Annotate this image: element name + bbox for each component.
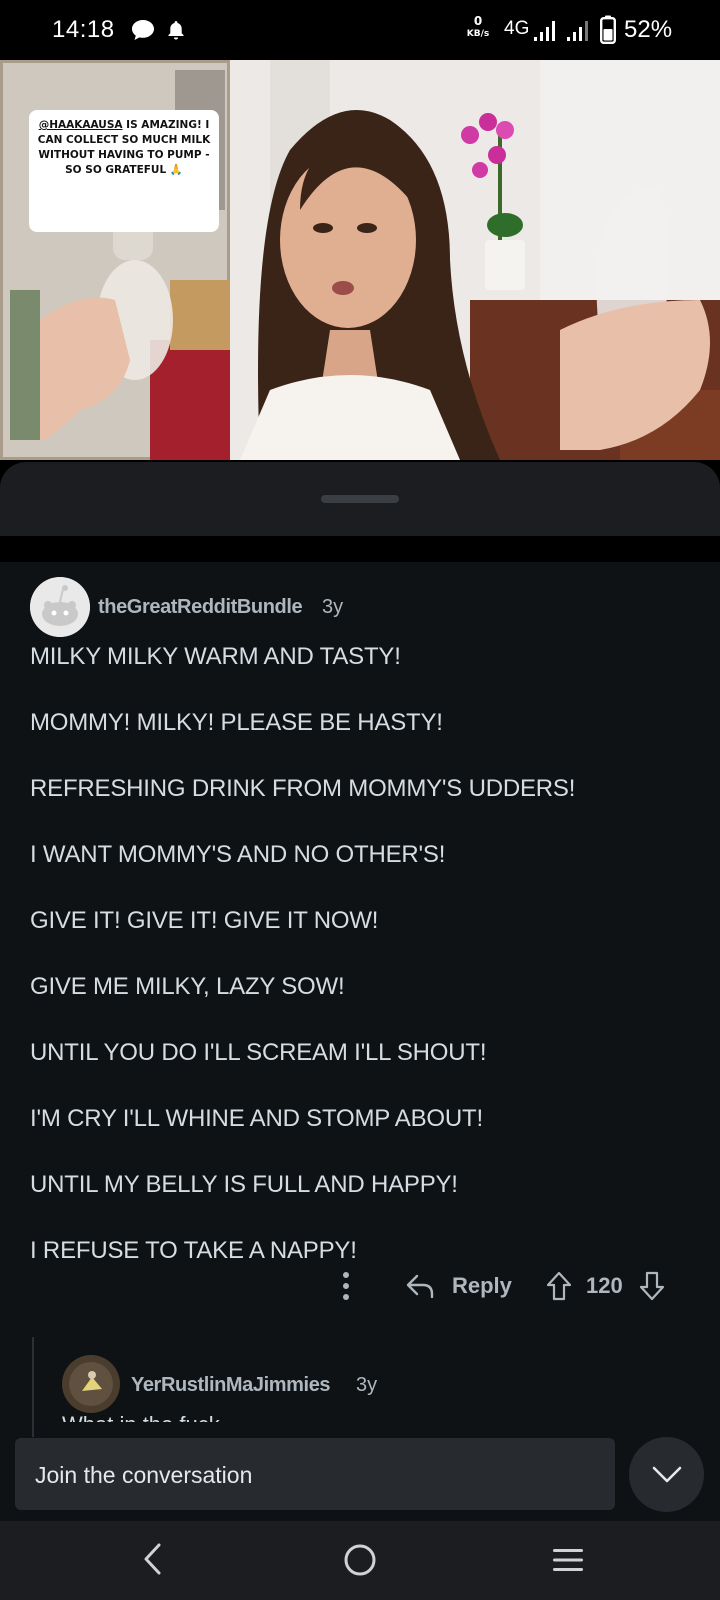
signal-icon [567, 21, 588, 41]
net-speed-value: 0 [473, 14, 483, 28]
network-type: 4G [504, 18, 530, 39]
comment-line: GIVE IT! GIVE IT! GIVE IT NOW! [30, 907, 379, 934]
comment-author[interactable]: theGreatRedditBundle [98, 596, 303, 619]
comments-panel: theGreatRedditBundle 3y MILKY MILKY WARM… [0, 562, 720, 1522]
user-avatar-icon [62, 1355, 120, 1413]
composer-placeholder: Join the conversation [35, 1462, 253, 1488]
reply-icon[interactable] [405, 1272, 435, 1300]
reply-button[interactable]: Reply [452, 1273, 512, 1299]
more-options-icon[interactable] [340, 1270, 352, 1302]
avatar[interactable] [30, 577, 90, 637]
status-time: 14:18 [52, 16, 115, 43]
bell-icon [168, 21, 184, 40]
avatar[interactable] [62, 1355, 120, 1413]
snoo-avatar-icon [30, 577, 90, 637]
vote-score: 120 [586, 1273, 623, 1298]
comment-line: GIVE ME MILKY, LAZY SOW! [30, 973, 345, 1000]
home-icon[interactable] [343, 1543, 377, 1577]
comment-actions: Reply 120 [0, 1267, 720, 1307]
recent-apps-icon[interactable] [552, 1547, 584, 1573]
reply-author[interactable]: YerRustlinMaJimmies [131, 1374, 331, 1397]
back-icon[interactable] [141, 1541, 163, 1577]
comment-line: REFRESHING DRINK FROM MOMMY'S UDDERS! [30, 775, 576, 802]
post-media[interactable]: @HAAKAAUSA IS AMAZING! I CAN COLLECT SO … [0, 60, 720, 460]
media-caption: @HAAKAAUSA IS AMAZING! I CAN COLLECT SO … [29, 110, 219, 232]
status-bar: 14:18 0 KB/s 4G 52% [0, 0, 720, 60]
comment-body: MILKY MILKY WARM AND TASTY! MOMMY! MILKY… [30, 640, 710, 1300]
collapse-button[interactable] [629, 1437, 704, 1512]
system-nav-bar [0, 1521, 720, 1600]
comment-line: UNTIL YOU DO I'LL SCREAM I'LL SHOUT! [30, 1039, 487, 1066]
divider [0, 536, 720, 562]
comment-line: UNTIL MY BELLY IS FULL AND HAPPY! [30, 1171, 458, 1198]
comments-sheet-header[interactable] [0, 462, 720, 536]
caption-handle: @HAAKAAUSA [38, 119, 123, 131]
chevron-down-icon [652, 1466, 682, 1483]
comment-line: MOMMY! MILKY! PLEASE BE HASTY! [30, 709, 443, 736]
reply-preview-text: What in the fuck [62, 1414, 362, 1422]
battery-percent: 52% [624, 16, 673, 43]
comment-line: MILKY MILKY WARM AND TASTY! [30, 643, 401, 670]
join-conversation-input[interactable]: Join the conversation [15, 1438, 615, 1510]
drag-handle[interactable] [321, 495, 399, 503]
comment-line: I WANT MOMMY'S AND NO OTHER'S! [30, 841, 446, 868]
signal-icon [534, 21, 555, 41]
comment-age: 3y [322, 596, 344, 618]
net-speed: 0 KB/s [465, 14, 491, 39]
reply-age: 3y [356, 1374, 378, 1396]
upvote-icon[interactable] [545, 1271, 573, 1301]
thread-line[interactable] [32, 1337, 34, 1437]
downvote-icon[interactable] [638, 1271, 666, 1301]
comment-line: I'M CRY I'LL WHINE AND STOMP ABOUT! [30, 1105, 483, 1132]
battery-icon [600, 15, 616, 44]
chat-icon [132, 20, 154, 40]
reply-preview: What in the fuck [62, 1414, 362, 1422]
net-speed-unit: KB/s [466, 29, 490, 39]
